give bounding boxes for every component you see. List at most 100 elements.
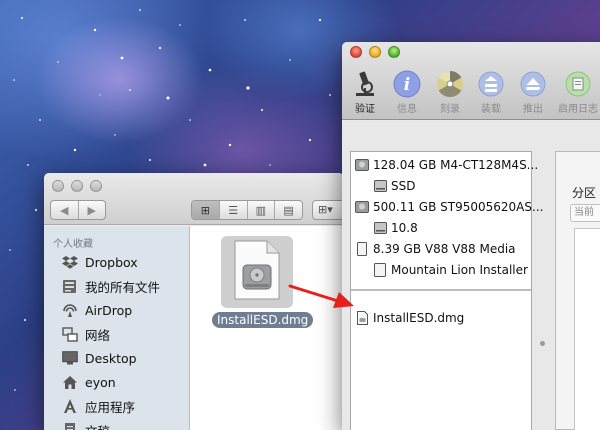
disk-image-row[interactable]: InstallESD.dmg [355,308,464,328]
close-button[interactable] [350,46,362,58]
disk-label: 8.39 GB V88 V88 Media [373,242,516,256]
microscope-icon [351,70,379,98]
chevron-left-icon: ◀ [60,203,69,217]
sidebar-item-label: eyon [85,374,116,390]
applications-icon [61,398,78,415]
back-forward-control: ◀ ▶ [50,200,106,220]
sidebar-item-network[interactable]: 网络 [44,322,189,346]
toolbar-burn-button[interactable]: 刻录 [430,70,470,115]
disk-utility-window: 验证 i 信息 刻录 装载 推出 启用日志 128.04 GB M4-CT128… [342,42,600,430]
toolbar-eject-button[interactable]: 推出 [513,70,553,115]
toolbar-label: 刻录 [440,104,460,115]
all-files-icon [61,278,78,295]
arrange-button[interactable]: ⊞▾ [312,200,344,220]
sidebar-item-applications[interactable]: 应用程序 [44,394,189,418]
disk-row[interactable]: 8.39 GB V88 V88 Media [355,239,516,259]
cover-flow-icon: ▤ [283,203,294,217]
tab-partition[interactable]: 分区 [572,184,596,201]
info-icon: i [393,70,421,98]
sidebar-item-dropbox[interactable]: Dropbox [44,250,189,274]
volume-icon [373,263,387,277]
sidebar-item-label: 网络 [85,327,111,343]
disk-image-file-icon [355,311,369,325]
toolbar-label: 推出 [523,104,543,115]
split-view-handle[interactable] [540,341,545,346]
volume-row[interactable]: Mountain Lion Installer [373,260,528,280]
sidebar-item-label: 应用程序 [85,399,136,415]
volume-row[interactable]: 10.8 [373,218,418,238]
eject-icon [519,70,547,98]
volume-row[interactable]: SSD [373,176,415,196]
partition-layout-box [574,228,600,430]
icon-view-icon: ⊞ [200,203,210,217]
finder-sidebar: 个人收藏 Dropbox 我的所有文件 AirDrop 网络 Desktop e… [44,226,190,430]
back-button[interactable]: ◀ [51,201,78,219]
airdrop-icon [61,302,78,319]
arrange-icon: ⊞▾ [318,203,333,216]
disk-list: 128.04 GB M4-CT128M4S... SSD 500.11 GB S… [350,151,543,430]
desktop-icon [61,350,78,367]
list-view-button[interactable]: ☰ [218,201,247,219]
toolbar-label: 装载 [481,104,501,115]
sidebar-item-all-my-files[interactable]: 我的所有文件 [44,274,189,298]
toolbar-verify-button[interactable]: 验证 [345,70,385,115]
forward-button[interactable]: ▶ [77,201,106,219]
file-item-installesd[interactable] [221,236,293,308]
volume-icon [373,179,387,193]
usb-media-icon [355,242,369,256]
minimize-button[interactable] [71,180,83,192]
sidebar-item-airdrop[interactable]: AirDrop [44,298,189,322]
sidebar-item-documents[interactable]: 文稿 [44,418,189,430]
finder-window-controls [52,180,102,192]
column-view-icon: ▥ [255,203,267,217]
documents-icon [61,422,78,430]
partition-layout-popup[interactable]: 当前 [570,204,600,222]
sidebar-item-desktop[interactable]: Desktop [44,346,189,370]
toolbar-mount-button[interactable]: 装载 [471,70,511,115]
disk-label: 500.11 GB ST95005620AS... [373,200,544,214]
volume-icon [373,221,387,235]
disk-row[interactable]: 500.11 GB ST95005620AS... [355,197,543,217]
mount-icon [477,70,505,98]
view-mode-control: ⊞ ☰ ▥ ▤ [191,200,303,220]
disk-row[interactable]: 128.04 GB M4-CT128M4S... [355,155,538,175]
sidebar-item-home[interactable]: eyon [44,370,189,394]
close-button[interactable] [52,180,64,192]
column-view-button[interactable]: ▥ [246,201,275,219]
finder-window: ◀ ▶ ⊞ ☰ ▥ ▤ ⊞▾ 个人收藏 Dropbox 我的所有文件 AirDr… [44,173,344,430]
sidebar-item-label: 文稿 [85,421,110,430]
hard-disk-icon [355,158,369,172]
zoom-button[interactable] [90,180,102,192]
toolbar-label: 信息 [397,104,417,115]
disk-label: SSD [391,179,416,193]
toolbar-enable-journaling-button[interactable]: 启用日志 [558,70,598,115]
sidebar-section-favorites: 个人收藏 [53,239,93,250]
sidebar-item-label: Desktop [85,350,137,366]
minimize-button[interactable] [369,46,381,58]
file-name-label[interactable]: InstallESD.dmg [212,312,314,328]
dropbox-icon [61,254,78,271]
network-icon [61,326,78,343]
list-divider [351,289,531,291]
sidebar-item-label: AirDrop [85,302,133,318]
toolbar-info-button[interactable]: i 信息 [387,70,427,115]
hard-disk-icon [355,200,369,214]
sidebar-item-label: Dropbox [85,254,138,270]
disk-label: 128.04 GB M4-CT128M4S... [373,158,539,172]
dmg-disk-image-icon [231,239,283,305]
sidebar-item-label: 我的所有文件 [85,279,161,295]
detail-pane: 分区 当前 [555,151,600,430]
disk-utility-body: 128.04 GB M4-CT128M4S... SSD 500.11 GB S… [342,121,600,430]
toolbar-label: 验证 [355,104,375,115]
cover-flow-button[interactable]: ▤ [274,201,302,219]
list-view-icon: ☰ [228,203,239,217]
disk-label: 10.8 [391,221,418,235]
finder-titlebar: ◀ ▶ ⊞ ☰ ▥ ▤ ⊞▾ [44,173,344,225]
disk-utility-window-controls [350,46,400,58]
burn-icon [436,70,464,98]
chevron-right-icon: ▶ [87,203,96,217]
enable-journaling-icon [564,70,592,98]
zoom-button[interactable] [388,46,400,58]
finder-content-area: InstallESD.dmg [190,226,344,430]
icon-view-button[interactable]: ⊞ [192,201,219,219]
